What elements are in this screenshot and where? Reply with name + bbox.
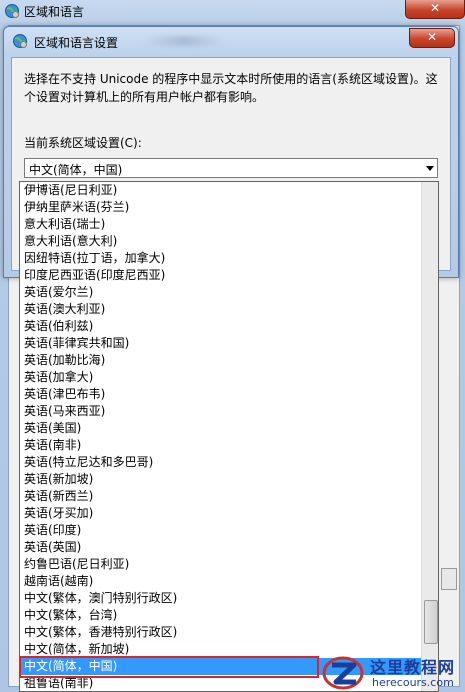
locale-option[interactable]: 英语(英国): [20, 539, 422, 556]
locale-option[interactable]: 英语(印度): [20, 522, 422, 539]
locale-dropdown-list[interactable]: 伊博语(尼日利亚) 伊纳里萨米语(芬兰) 意大利语(瑞士) 意大利语(意大利) 因纽特语…: [19, 181, 439, 692]
locale-option[interactable]: 中文(繁体，香港特别行政区): [20, 624, 422, 641]
locale-dropdown-items: 伊博语(尼日利亚) 伊纳里萨米语(芬兰) 意大利语(瑞士) 意大利语(意大利) 因纽特语…: [20, 182, 422, 691]
outer-titlebar[interactable]: 区域和语言 ✕: [0, 0, 465, 22]
locale-option[interactable]: 英语(美国): [20, 420, 422, 437]
locale-option[interactable]: 约鲁巴语(尼日利亚): [20, 556, 422, 573]
locale-option[interactable]: 越南语(越南): [20, 573, 422, 590]
system-locale-select[interactable]: 中文(简体，中国): [24, 158, 438, 178]
watermark-site-name: 这里教程网: [370, 658, 456, 677]
locale-option[interactable]: 伊博语(尼日利亚): [20, 182, 422, 199]
dialog-description: 选择在不支持 Unicode 的程序中显示文本时所使用的语言(系统区域设置)。这…: [24, 72, 438, 104]
locale-option[interactable]: 意大利语(瑞士): [20, 216, 422, 233]
dialog-title: 区域和语言设置: [34, 36, 119, 50]
locale-option[interactable]: 英语(新加坡): [20, 471, 422, 488]
locale-option[interactable]: 英语(牙买加): [20, 505, 422, 522]
title-glass-blur: [144, 36, 224, 46]
system-locale-label: 当前系统区域设置(C):: [24, 136, 142, 150]
highlight-annotation-box: [19, 656, 319, 678]
locale-option[interactable]: 英语(伯利兹): [20, 318, 422, 335]
globe-settings-icon: [5, 4, 19, 18]
close-icon: ✕: [426, 30, 438, 44]
locale-option[interactable]: 英语(特立尼达和多巴哥): [20, 454, 422, 471]
locale-option[interactable]: 中文(繁体，澳门特别行政区): [20, 590, 422, 607]
locale-option[interactable]: 意大利语(意大利): [20, 233, 422, 250]
locale-option[interactable]: 英语(澳大利亚): [20, 301, 422, 318]
locale-option[interactable]: 英语(加勒比海): [20, 352, 422, 369]
background-button-fragment: [441, 568, 457, 590]
dialog-close-button[interactable]: ✕: [409, 28, 455, 48]
scrollbar-thumb[interactable]: [424, 600, 438, 644]
outer-window-title: 区域和语言: [24, 5, 85, 19]
outer-close-button[interactable]: ✕: [405, 0, 465, 19]
globe-settings-icon: [13, 34, 27, 48]
locale-option[interactable]: 英语(津巴布韦): [20, 386, 422, 403]
locale-option[interactable]: 英语(菲律宾共和国): [20, 335, 422, 352]
locale-option[interactable]: 英语(新西兰): [20, 488, 422, 505]
watermark-site-url: herecours.com: [372, 676, 454, 689]
close-icon: ✕: [429, 1, 441, 15]
system-locale-value: 中文(简体，中国): [29, 163, 123, 177]
locale-option[interactable]: 因纽特语(拉丁语，加拿大): [20, 250, 422, 267]
herecours-logo-icon: [322, 656, 364, 690]
locale-option[interactable]: 英语(南非): [20, 437, 422, 454]
locale-option[interactable]: 英语(马来西亚): [20, 403, 422, 420]
locale-option[interactable]: 英语(加拿大): [20, 369, 422, 386]
locale-option[interactable]: 伊纳里萨米语(芬兰): [20, 199, 422, 216]
dropdown-scrollbar[interactable]: [421, 182, 438, 691]
locale-option[interactable]: 中文(繁体，台湾): [20, 607, 422, 624]
chevron-down-icon[interactable]: [426, 166, 434, 171]
locale-option[interactable]: 印度尼西亚语(印度尼西亚): [20, 267, 422, 284]
locale-option[interactable]: 英语(爱尔兰): [20, 284, 422, 301]
